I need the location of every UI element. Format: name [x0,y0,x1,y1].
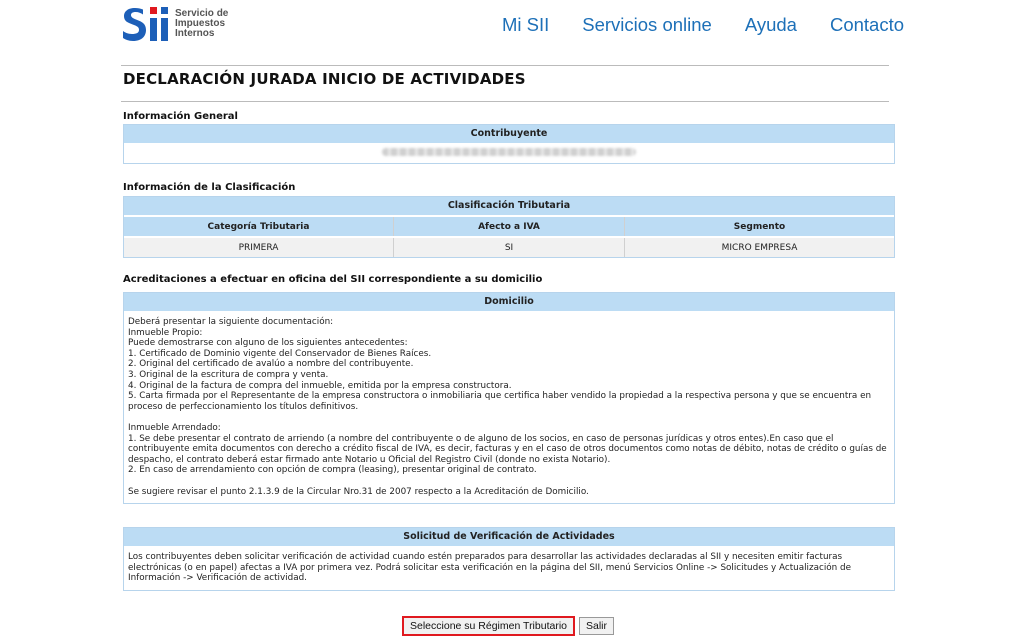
action-buttons: Seleccione su Régimen Tributario Salir [402,616,615,636]
body-line: 2. En caso de arrendamiento con opción d… [128,465,537,476]
clasificacion-header: Clasificación Tributaria [124,197,894,215]
body-line: 2. Original del certificado de avalúo a … [128,359,414,370]
table-row: PRIMERA SI MICRO EMPRESA [124,236,894,257]
main-nav: Mi SII Servicios online Ayuda Contacto [502,14,904,36]
domicilio-box: Domicilio Deberá presentar la siguiente … [123,292,895,505]
verificacion-body: Los contribuyentes deben solicitar verif… [124,546,894,590]
top-divider [121,65,889,66]
body-line: 4. Original de la factura de compra del … [128,380,512,391]
section-heading-acreditaciones: Acreditaciones a efectuar en oficina del… [123,274,543,285]
page-title: DECLARACIÓN JURADA INICIO DE ACTIVIDADES [123,70,526,88]
column-header: Afecto a IVA [393,215,625,237]
title-divider [121,101,889,102]
contribuyente-box: Contribuyente [123,124,895,164]
nav-contacto[interactable]: Contacto [830,14,904,36]
logo-line: Internos [175,28,215,39]
clasificacion-table: Categoría Tributaria Afecto a IVA Segmen… [124,215,894,257]
sii-logo[interactable]: Servicio de Impuestos Internos [121,4,228,44]
domicilio-header: Domicilio [124,293,894,311]
verificacion-header: Solicitud de Verificación de Actividades [124,528,894,546]
column-header: Categoría Tributaria [124,215,394,237]
select-regimen-button[interactable]: Seleccione su Régimen Tributario [402,616,575,636]
body-line: Inmueble Propio: [128,327,203,338]
body-text: Los contribuyentes deben solicitar verif… [128,552,852,584]
nav-ayuda[interactable]: Ayuda [745,14,797,36]
body-line: Deberá presentar la siguiente documentac… [128,317,334,327]
sii-logo-icon [123,7,168,41]
table-header-row: Categoría Tributaria Afecto a IVA Segmen… [124,215,894,237]
body-line: Inmueble Arrendado: [128,422,221,433]
section-heading-clasificacion: Información de la Clasificación [123,182,296,193]
verificacion-box: Solicitud de Verificación de Actividades… [123,527,895,591]
exit-button[interactable]: Salir [579,617,615,635]
nav-mi-sii[interactable]: Mi SII [502,14,549,36]
body-line: Puede demostrarse con alguno de los sigu… [128,338,408,349]
clasificacion-box: Clasificación Tributaria Categoría Tribu… [123,196,895,258]
contribuyente-header: Contribuyente [124,125,894,143]
nav-servicios-online[interactable]: Servicios online [582,14,712,36]
body-line: Se sugiere revisar el punto 2.1.3.9 de l… [128,486,589,497]
body-line: 5. Carta firmada por el Representante de… [128,391,872,412]
table-cell: PRIMERA [124,236,394,257]
redacted-contribuyente-info [382,148,636,156]
logo-wordmark: Servicio de Impuestos Internos [175,9,228,39]
body-line: 1. Certificado de Dominio vigente del Co… [128,348,432,359]
table-cell: SI [393,236,625,257]
domicilio-body: Deberá presentar la siguiente documentac… [124,311,894,503]
body-line: 3. Original de la escritura de compra y … [128,369,329,380]
body-line: 1. Se debe presentar el contrato de arri… [128,433,887,465]
table-cell: MICRO EMPRESA [624,236,894,257]
section-heading-general: Información General [123,111,238,122]
site-header: Servicio de Impuestos Internos Mi SII Se… [0,0,1024,55]
column-header: Segmento [624,215,894,237]
